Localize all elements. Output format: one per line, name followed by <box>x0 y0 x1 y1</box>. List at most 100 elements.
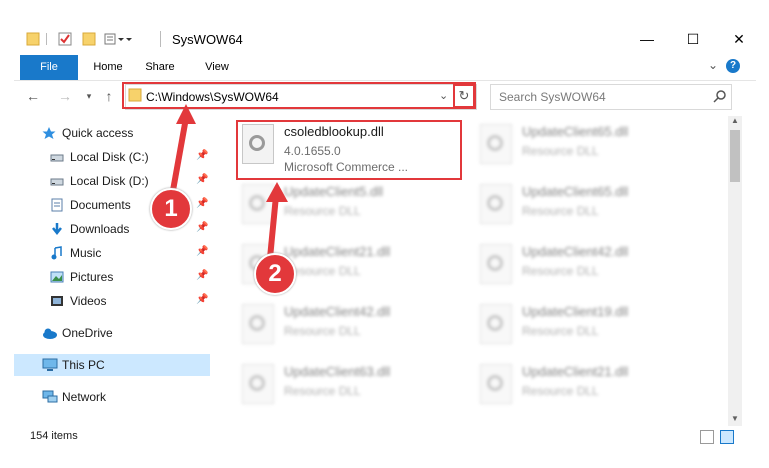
tab-view[interactable]: View <box>202 55 232 80</box>
sidebar-item-label: Pictures <box>70 270 114 284</box>
file-description: Resource DLL <box>284 384 361 398</box>
tab-share[interactable]: Share <box>142 55 178 80</box>
back-button[interactable]: ← <box>24 87 42 105</box>
callout-badge-1: 1 <box>150 188 192 230</box>
dll-file-icon <box>480 124 512 164</box>
sidebar-item-label: Quick access <box>62 126 134 140</box>
file-name: UpdateClient42.dll <box>522 244 629 259</box>
videos-icon <box>50 294 64 308</box>
qa-divider <box>46 33 47 45</box>
sidebar-item-quick-access[interactable]: Quick access <box>14 122 210 144</box>
pin-icon: 📌 <box>196 150 209 161</box>
vertical-scrollbar[interactable]: ▲ ▼ <box>728 116 742 426</box>
pin-icon: 📌 <box>196 222 209 233</box>
ribbon-expand-icon[interactable]: ⌄ <box>708 58 718 72</box>
minimize-button[interactable]: — <box>624 23 670 55</box>
file-item[interactable]: UpdateClient65.dll Resource DLL <box>460 178 680 234</box>
refresh-button[interactable]: ↻ <box>453 84 475 108</box>
status-bar: 154 items <box>14 426 756 448</box>
network-icon <box>42 390 58 404</box>
file-description: Resource DLL <box>284 324 361 338</box>
sidebar-item-label: Local Disk (D:) <box>70 174 149 188</box>
sidebar-item-label: This PC <box>62 358 105 372</box>
music-icon <box>50 246 64 260</box>
help-icon[interactable]: ? <box>726 59 740 73</box>
close-button[interactable]: ✕ <box>716 23 762 55</box>
file-item[interactable]: UpdateClient5.dll Resource DLL <box>222 178 442 234</box>
tab-home[interactable]: Home <box>86 55 130 80</box>
file-name: UpdateClient21.dll <box>284 244 391 259</box>
file-item[interactable]: UpdateClient19.dll Resource DLL <box>460 298 680 354</box>
search-box[interactable]: Search SysWOW64 <box>490 84 732 110</box>
file-name: UpdateClient65.dll <box>522 124 629 139</box>
folder-icon <box>26 31 40 47</box>
file-name: UpdateClient63.dll <box>284 364 391 379</box>
file-description: Resource DLL <box>522 144 599 158</box>
sidebar-item-pictures[interactable]: Pictures 📌 <box>14 266 210 288</box>
title-bar: SysWOW64 — ☐ ✕ <box>14 23 756 55</box>
explorer-window: SysWOW64 — ☐ ✕ File Home Share View ⌄ ? … <box>0 0 769 468</box>
sidebar-item-label: Music <box>70 246 102 260</box>
ribbon-tabs: File Home Share View ⌄ ? <box>14 55 756 81</box>
title-divider <box>160 31 161 47</box>
sidebar-item-music[interactable]: Music 📌 <box>14 242 210 264</box>
drive-icon <box>50 150 64 164</box>
file-item[interactable]: UpdateClient63.dll Resource DLL <box>222 358 442 414</box>
drive-icon <box>50 174 64 188</box>
address-highlight <box>122 82 476 109</box>
scroll-thumb[interactable] <box>730 130 740 182</box>
sidebar-item-onedrive[interactable]: OneDrive <box>14 322 210 344</box>
sidebar-item-label: Downloads <box>70 222 130 236</box>
details-view-icon[interactable] <box>700 430 714 444</box>
dll-file-icon <box>480 304 512 344</box>
forward-button[interactable]: → <box>56 87 74 105</box>
file-name: UpdateClient19.dll <box>522 304 629 319</box>
properties-icon[interactable] <box>58 31 72 47</box>
callout-badge-2: 2 <box>254 253 296 295</box>
sidebar-item-videos[interactable]: Videos 📌 <box>14 290 210 312</box>
file-item[interactable]: UpdateClient42.dll Resource DLL <box>222 298 442 354</box>
download-icon <box>50 222 64 236</box>
dll-file-icon <box>242 364 274 404</box>
file-item[interactable]: UpdateClient21.dll Resource DLL <box>460 358 680 414</box>
file-item[interactable]: UpdateClient65.dll Resource DLL <box>460 118 680 174</box>
sidebar-item-label: Network <box>62 390 107 404</box>
scroll-up-icon[interactable]: ▲ <box>728 116 742 128</box>
item-count: 154 items <box>30 430 78 442</box>
dll-file-icon <box>480 364 512 404</box>
dll-file-icon <box>480 244 512 284</box>
up-button[interactable]: ↑ <box>100 87 118 105</box>
pin-icon: 📌 <box>196 270 209 281</box>
scroll-down-icon[interactable]: ▼ <box>728 414 742 426</box>
sidebar-item-network[interactable]: Network <box>14 386 210 408</box>
tab-file[interactable]: File <box>20 55 78 80</box>
sidebar-item-label: Local Disk (C:) <box>70 150 149 164</box>
dll-file-icon <box>242 184 274 224</box>
window-title: SysWOW64 <box>172 32 243 47</box>
file-description: Resource DLL <box>284 204 361 218</box>
sidebar-item-local-disk-c[interactable]: Local Disk (C:) 📌 <box>14 146 210 168</box>
search-icon <box>713 89 727 106</box>
dll-file-icon <box>242 304 274 344</box>
file-description: Resource DLL <box>522 204 599 218</box>
maximize-button[interactable]: ☐ <box>670 23 716 55</box>
search-input[interactable]: Search SysWOW64 <box>499 90 606 104</box>
customize-toolbar-icon[interactable] <box>104 31 132 47</box>
file-highlight <box>236 120 462 180</box>
new-folder-icon[interactable] <box>82 31 96 47</box>
recent-locations-icon[interactable]: ▾ <box>80 87 98 105</box>
file-name: UpdateClient5.dll <box>284 184 384 199</box>
pin-icon: 📌 <box>196 174 209 185</box>
computer-icon <box>42 358 58 372</box>
sidebar-item-label: OneDrive <box>62 326 113 340</box>
navigation-pane: Quick access Local Disk (C:) 📌 Local Dis… <box>14 116 210 426</box>
file-name: UpdateClient42.dll <box>284 304 391 319</box>
sidebar-item-this-pc[interactable]: This PC <box>14 354 210 376</box>
address-row: ← → ▾ ↑ C:\Windows\SysWOW64 ⌄ ↻ Search S… <box>14 82 756 110</box>
file-description: Resource DLL <box>522 264 599 278</box>
sidebar-item-label: Documents <box>70 198 131 212</box>
tiles-view-icon[interactable] <box>720 430 734 444</box>
sidebar-item-local-disk-d[interactable]: Local Disk (D:) 📌 <box>14 170 210 192</box>
file-item[interactable]: UpdateClient42.dll Resource DLL <box>460 238 680 294</box>
pin-icon: 📌 <box>196 246 209 257</box>
